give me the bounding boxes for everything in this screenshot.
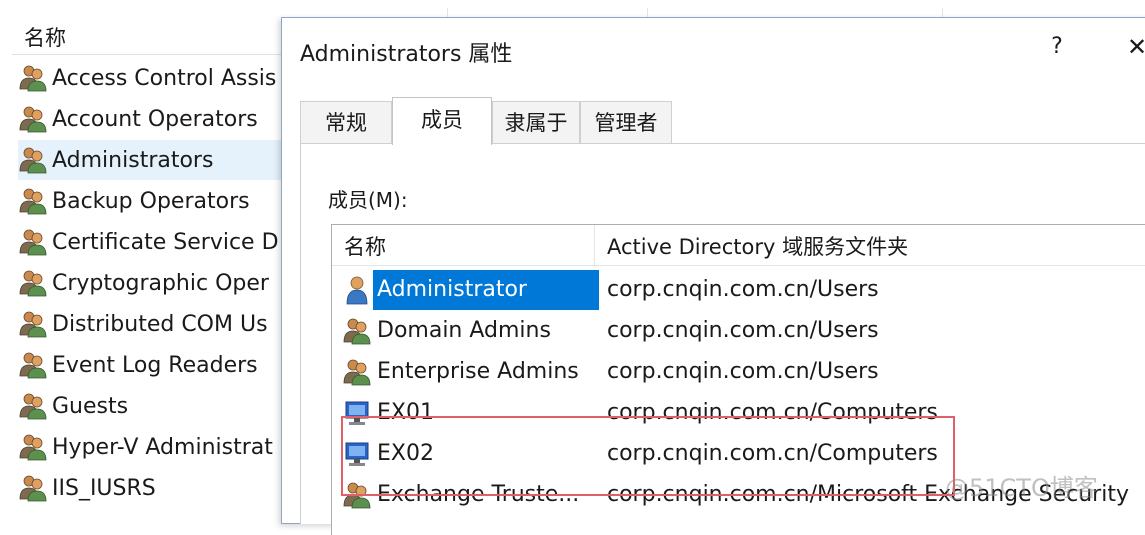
group-label: Certificate Service D	[52, 229, 279, 255]
column-header-name[interactable]: 名称	[344, 231, 386, 261]
help-button[interactable]: ?	[1042, 30, 1072, 64]
tab-members[interactable]: 成员	[392, 97, 492, 145]
group-icon	[18, 432, 48, 462]
group-list-item[interactable]: Access Control Assis	[18, 58, 283, 98]
group-icon	[18, 227, 48, 257]
tab-managed-by[interactable]: 管理者	[580, 101, 672, 144]
watermark: @51CTO博客	[945, 474, 1098, 502]
tab-strip: 常规 成员 隶属于 管理者	[300, 97, 1140, 145]
group-list-item[interactable]: Backup Operators	[18, 181, 283, 221]
member-name: Domain Admins	[377, 318, 551, 343]
computer-icon	[342, 439, 372, 469]
group-list-item[interactable]: Administrators	[18, 140, 283, 180]
column-header-folder[interactable]: Active Directory 域服务文件夹	[607, 231, 908, 261]
user-icon	[342, 275, 372, 305]
computer-icon	[342, 398, 372, 428]
group-icon	[18, 391, 48, 421]
group-icon	[18, 104, 48, 134]
group-list-item[interactable]: Cryptographic Oper	[18, 263, 283, 303]
tab-general[interactable]: 常规	[300, 101, 392, 144]
group-icon	[18, 268, 48, 298]
member-name: Administrator	[373, 270, 599, 310]
group-icon	[18, 63, 48, 93]
member-row[interactable]: Domain Admins corp.cnqin.com.cn/Users	[332, 311, 1145, 351]
group-label: Cryptographic Oper	[52, 270, 269, 296]
group-list-item[interactable]: Hyper-V Administrat	[18, 427, 283, 467]
group-label: Event Log Readers	[52, 352, 258, 378]
group-list-item[interactable]: IIS_IUSRS	[18, 468, 283, 508]
group-label: Account Operators	[52, 106, 258, 132]
member-name: EX01	[377, 400, 434, 425]
group-icon	[342, 480, 372, 510]
member-folder: corp.cnqin.com.cn/Computers	[607, 400, 938, 425]
properties-dialog: Administrators 属性 ? ✕ 常规 成员 隶属于 管理者 成员(M…	[281, 17, 1145, 535]
member-name: Enterprise Admins	[377, 359, 579, 384]
member-folder: corp.cnqin.com.cn/Users	[607, 318, 879, 343]
group-icon	[342, 316, 372, 346]
group-label: Guests	[52, 393, 129, 419]
tab-member-of[interactable]: 隶属于	[492, 101, 580, 144]
members-tab-panel: 成员(M): 名称 Active Directory 域服务文件夹 Admini…	[300, 143, 1145, 535]
group-icon	[342, 357, 372, 387]
group-list-item[interactable]: Certificate Service D	[18, 222, 283, 262]
group-label: Distributed COM Us	[52, 311, 268, 337]
column-divider	[594, 225, 595, 265]
group-icon	[18, 473, 48, 503]
group-label: IIS_IUSRS	[52, 475, 156, 501]
group-list-item[interactable]: Guests	[18, 386, 283, 426]
group-label: Administrators	[52, 147, 214, 173]
group-icon	[18, 309, 48, 339]
group-list-item[interactable]: Distributed COM Us	[18, 304, 283, 344]
member-name: Exchange Truste...	[377, 482, 580, 507]
member-row[interactable]: Enterprise Admins corp.cnqin.com.cn/Users	[332, 352, 1145, 392]
group-label: Backup Operators	[52, 188, 250, 214]
member-name: EX02	[377, 441, 434, 466]
close-button[interactable]: ✕	[1120, 30, 1145, 64]
group-label: Access Control Assis	[52, 65, 277, 91]
group-label: Hyper-V Administrat	[52, 434, 273, 460]
member-folder: corp.cnqin.com.cn/Users	[607, 277, 879, 302]
group-icon	[18, 186, 48, 216]
group-icon	[18, 145, 48, 175]
members-list-header: 名称 Active Directory 域服务文件夹	[332, 225, 1145, 266]
member-row[interactable]: Administrator corp.cnqin.com.cn/Users	[332, 270, 1145, 310]
column-header-name[interactable]: 名称	[24, 22, 66, 52]
group-list-item[interactable]: Account Operators	[18, 99, 283, 139]
member-folder: corp.cnqin.com.cn/Computers	[607, 441, 938, 466]
member-row[interactable]: EX01 corp.cnqin.com.cn/Computers	[332, 393, 1145, 433]
member-folder: corp.cnqin.com.cn/Users	[607, 359, 879, 384]
members-label: 成员(M):	[328, 188, 408, 212]
dialog-title: Administrators 属性	[300, 42, 513, 67]
group-list-item[interactable]: Event Log Readers	[18, 345, 283, 385]
group-icon	[18, 350, 48, 380]
